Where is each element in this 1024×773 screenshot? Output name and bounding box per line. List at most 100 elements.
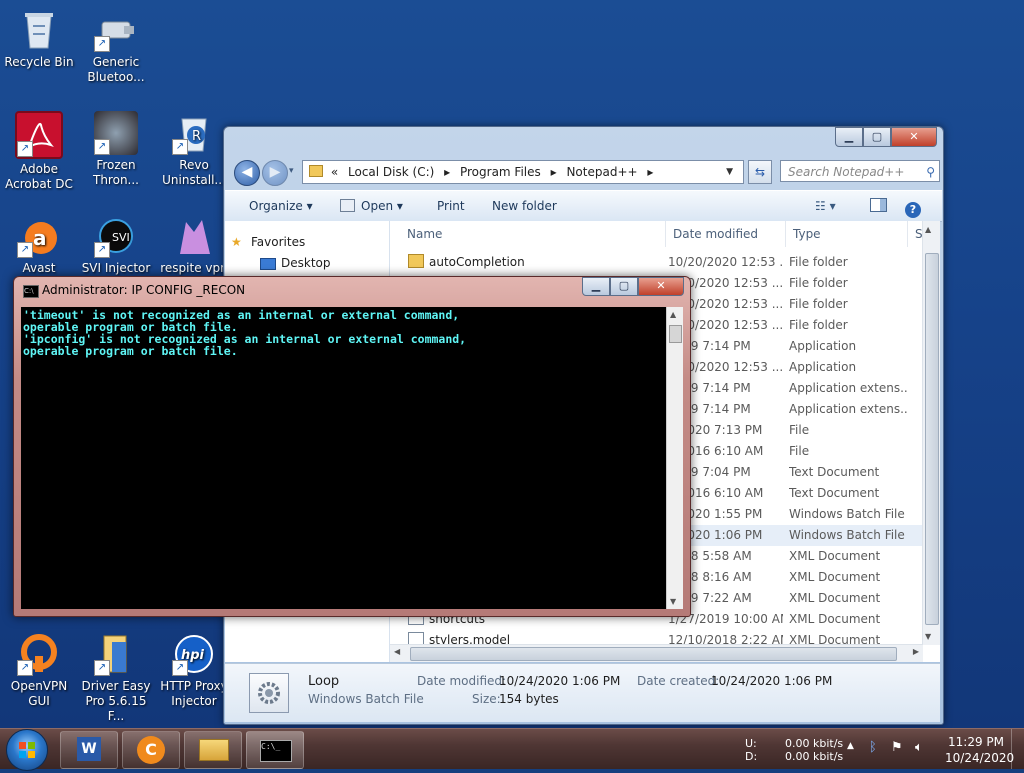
nav-favorites[interactable]: ★ Favorites	[231, 235, 305, 249]
desktop-icon-openvpn[interactable]: ↗ OpenVPN GUI	[1, 632, 77, 709]
desktop-icon-avast[interactable]: a ↗ Avast	[1, 214, 77, 276]
desktop-icon-svi[interactable]: SVI ↗ SVI Injector	[78, 214, 154, 276]
column-date-modified[interactable]: Date modified	[666, 221, 786, 247]
taskbar-cmd-button[interactable]: C:\_	[246, 731, 304, 769]
forward-button[interactable]: ▶	[262, 160, 288, 186]
details-size-label: Size:	[472, 692, 501, 706]
svg-text:SVI: SVI	[112, 231, 130, 244]
scroll-down-icon[interactable]: ▼	[925, 632, 931, 641]
details-pane: Loop Windows Batch File Date modified: 1…	[225, 663, 940, 722]
bluetooth-icon: ↗	[94, 8, 138, 52]
open-label: Open ▾	[361, 199, 403, 213]
organize-button[interactable]: Organize ▾	[249, 191, 313, 221]
file-type: File folder	[789, 255, 848, 269]
file-type: File folder	[789, 297, 848, 311]
desktop-icon-bluetooth[interactable]: ↗ Generic Bluetoo...	[78, 8, 154, 85]
file-type: XML Document	[789, 549, 881, 563]
taskbar-explorer-button[interactable]	[184, 731, 242, 769]
refresh-icon: ⇆	[754, 165, 766, 179]
breadcrumb-separator[interactable]: ▸	[551, 165, 557, 179]
breadcrumb-local-disk[interactable]: Local Disk (C:)	[348, 165, 434, 179]
cmd-scroll-up-icon[interactable]: ▲	[670, 310, 676, 319]
recent-pages-icon[interactable]: ▾	[289, 166, 294, 176]
new-folder-button[interactable]: New folder	[492, 191, 557, 221]
details-created-value: 10/24/2020 1:06 PM	[711, 674, 833, 688]
start-button[interactable]	[6, 729, 48, 771]
command-bar: Organize ▾ Open ▾ Print New folder ☷ ▾ ?	[225, 190, 942, 222]
breadcrumb-separator[interactable]: ▸	[444, 165, 450, 179]
minimize-button[interactable]: ▁	[835, 127, 863, 147]
console-output-area[interactable]: 'timeout' is not recognized as an intern…	[21, 307, 666, 609]
bluetooth-icon[interactable]: ᛒ	[869, 740, 877, 755]
horizontal-scrollbar[interactable]: ◀ ▶	[390, 644, 923, 662]
search-icon: ⚲	[926, 165, 935, 179]
desktop-icon-http-proxy[interactable]: hpi ↗ HTTP Proxy Injector	[156, 632, 232, 709]
address-bar[interactable]: « Local Disk (C:) ▸ Program Files ▸ Note…	[302, 160, 744, 184]
desktop-icon-label: SVI Injector	[81, 261, 151, 275]
clock-date[interactable]: 10/24/2020	[945, 751, 1014, 765]
taskbar-word-button[interactable]: W	[60, 731, 118, 769]
taskbar-ccleaner-button[interactable]: C	[122, 731, 180, 769]
batch-file-gear-icon	[249, 673, 289, 713]
cmd-scroll-thumb[interactable]	[669, 325, 682, 343]
console-text: 'timeout' is not recognized as an intern…	[23, 308, 467, 358]
horizontal-scroll-thumb[interactable]	[410, 647, 897, 661]
vertical-scrollbar[interactable]: ▲ ▼	[922, 221, 940, 645]
show-hidden-icons-icon[interactable]: ▲	[847, 741, 854, 751]
acrobat-icon: ↗	[15, 111, 63, 159]
cmd-scroll-down-icon[interactable]: ▼	[670, 597, 676, 606]
close-button[interactable]: ✕	[891, 127, 937, 147]
view-options-icon[interactable]: ☷ ▾	[815, 191, 836, 221]
address-dropdown-icon[interactable]: ▼	[726, 161, 733, 183]
breadcrumb-overflow[interactable]: «	[331, 165, 338, 179]
desktop-icon-driver-easy[interactable]: ↗ Driver Easy Pro 5.6.15 F...	[78, 632, 154, 724]
file-type: Application extens...	[789, 402, 909, 416]
maximize-button[interactable]: ▢	[863, 127, 891, 147]
cmd-close-button[interactable]: ✕	[638, 277, 684, 296]
scroll-up-icon[interactable]: ▲	[925, 225, 931, 234]
table-row[interactable]: autoCompletion 10/20/2020 12:53 ... File f…	[390, 252, 938, 273]
scroll-right-icon[interactable]: ▶	[913, 647, 919, 656]
volume-icon[interactable]: 🔈︎	[915, 740, 923, 755]
refresh-button[interactable]: ⇆	[748, 160, 772, 184]
nav-desktop[interactable]: Desktop	[260, 256, 331, 270]
print-button[interactable]: Print	[437, 191, 465, 221]
word-icon: W	[77, 737, 101, 761]
details-name: Loop	[308, 674, 340, 689]
cmd-minimize-button[interactable]: ▁	[582, 277, 610, 296]
preview-pane-icon[interactable]	[870, 191, 887, 221]
svg-text:R: R	[192, 129, 201, 144]
desktop-icon-frozen-throne[interactable]: ↗ Frozen Thron...	[78, 111, 154, 188]
breadcrumb-program-files[interactable]: Program Files	[460, 165, 541, 179]
cmd-vertical-scrollbar[interactable]: ▲ ▼	[666, 307, 683, 609]
recycle-bin-icon	[17, 8, 61, 52]
breadcrumb-separator[interactable]: ▸	[647, 165, 653, 179]
http-proxy-icon: hpi ↗	[172, 632, 216, 676]
column-name[interactable]: Name	[400, 221, 666, 247]
cmd-maximize-button[interactable]: ▢	[610, 277, 638, 296]
help-icon[interactable]: ?	[905, 191, 921, 221]
desktop-icon-acrobat[interactable]: ↗ Adobe Acrobat DC	[1, 111, 77, 192]
open-button[interactable]: Open ▾	[340, 191, 403, 221]
clock-time[interactable]: 11:29 PM	[948, 735, 1004, 749]
desktop-icon-recycle-bin[interactable]: Recycle Bin	[1, 8, 77, 70]
show-desktop-button[interactable]	[1011, 729, 1024, 769]
respite-icon	[172, 214, 216, 258]
scroll-left-icon[interactable]: ◀	[394, 647, 400, 656]
desktop-icon-label: Adobe Acrobat DC	[5, 162, 73, 191]
desktop-icon-revo[interactable]: R ↗ Revo Uninstall...	[156, 111, 232, 188]
net-upload-rate: 0.00 kbit/s	[785, 737, 844, 750]
scroll-thumb[interactable]	[925, 253, 939, 625]
desktop-icon	[260, 258, 276, 270]
net-download-label: D:	[745, 750, 758, 763]
file-type: File folder	[789, 318, 848, 332]
back-button[interactable]: ◀	[234, 160, 260, 186]
action-center-flag-icon[interactable]: ⚑	[891, 740, 903, 755]
breadcrumb-notepadpp[interactable]: Notepad++	[566, 165, 637, 179]
search-input[interactable]: Search Notepad++ ⚲	[780, 160, 940, 182]
file-type: Application	[789, 339, 857, 353]
details-modified-label: Date modified:	[417, 674, 507, 688]
desktop-icon-respite[interactable]: respite vpn	[156, 214, 232, 276]
cmd-icon: C:\_	[260, 740, 292, 762]
command-prompt-window[interactable]: C:\ Administrator: IP CONFIG _RECON ▁ ▢ …	[13, 276, 691, 617]
